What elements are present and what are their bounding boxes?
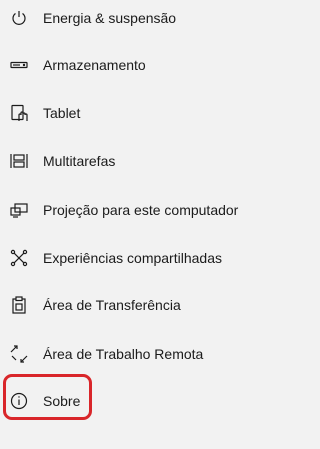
nav-item-shared-experiences[interactable]: Experiências compartilhadas (0, 238, 308, 278)
nav-item-tablet[interactable]: Tablet (0, 93, 308, 133)
shared-experiences-icon (10, 249, 28, 267)
multitasking-icon (10, 152, 28, 170)
clipboard-icon (10, 296, 28, 314)
nav-item-projection[interactable]: Projeção para este computador (0, 190, 308, 230)
nav-item-power-sleep[interactable]: Energia & suspensão (0, 0, 308, 38)
nav-item-label: Energia & suspensão (43, 10, 177, 26)
nav-item-label: Área de Transferência (43, 297, 181, 313)
nav-item-remote-desktop[interactable]: Área de Trabalho Remota (0, 334, 308, 374)
remote-desktop-icon (10, 345, 28, 363)
nav-item-about[interactable]: Sobre (0, 381, 308, 421)
nav-item-multitasking[interactable]: Multitarefas (0, 141, 308, 181)
nav-item-label: Projeção para este computador (43, 202, 239, 218)
nav-item-label: Tablet (43, 105, 81, 121)
nav-item-label: Área de Trabalho Remota (43, 346, 204, 362)
nav-item-label: Multitarefas (43, 153, 116, 169)
settings-nav-list: Energia & suspensão Armazenamento Tablet (0, 0, 308, 449)
projection-icon (10, 201, 28, 219)
info-icon (10, 392, 28, 410)
nav-item-label: Experiências compartilhadas (43, 250, 222, 266)
nav-item-clipboard[interactable]: Área de Transferência (0, 285, 308, 325)
tablet-icon (10, 104, 28, 122)
power-icon (10, 9, 28, 27)
nav-item-label: Sobre (43, 393, 81, 409)
nav-item-label: Armazenamento (43, 57, 146, 73)
nav-item-storage[interactable]: Armazenamento (0, 45, 308, 85)
storage-icon (10, 56, 28, 74)
